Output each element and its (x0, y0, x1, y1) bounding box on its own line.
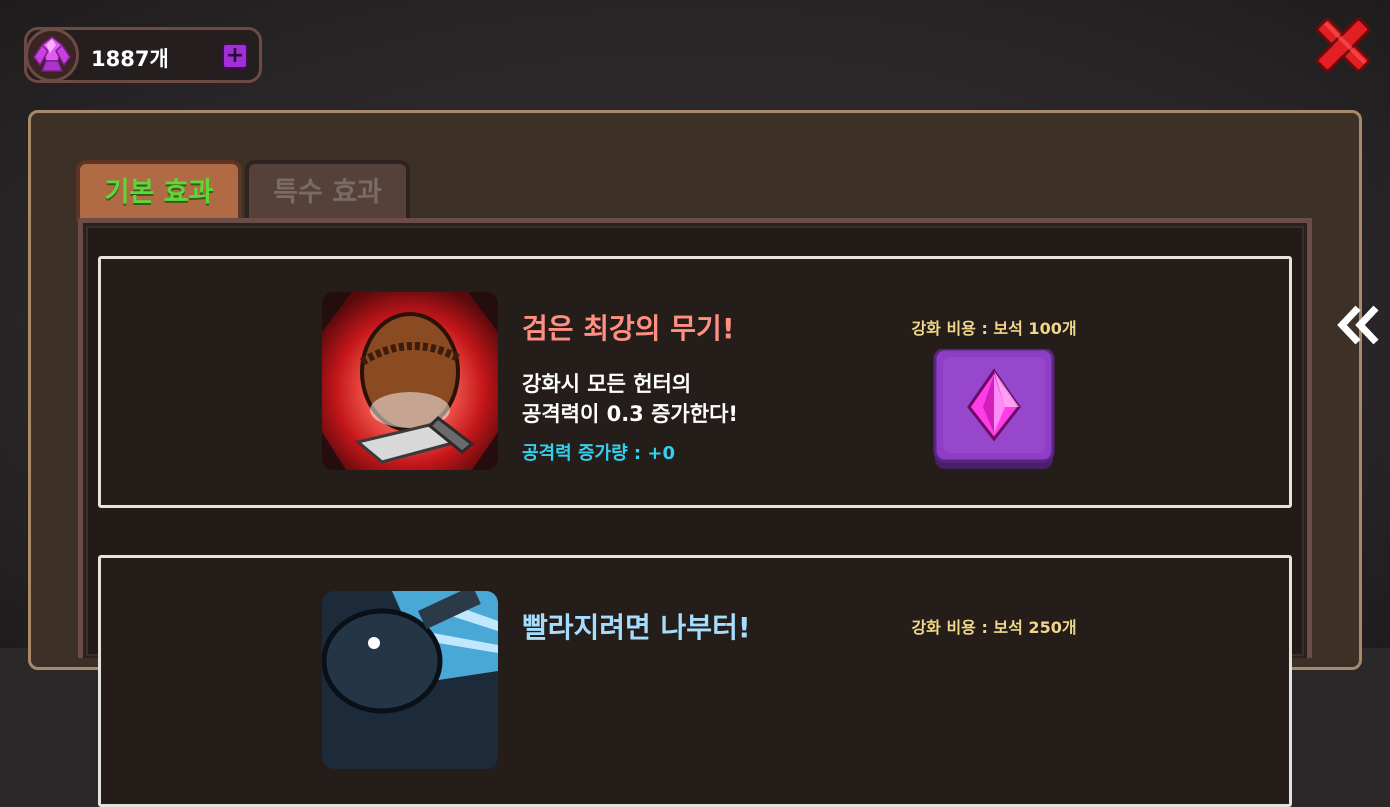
effect-card: 빨라지려면 나부터! 강화 비용 : 보석 250개 (98, 555, 1292, 807)
effect-card: 검은 최강의 무기! 강화시 모든 헌터의 공격력이 0.3 증가한다! 공격력… (98, 256, 1292, 508)
gem-count: 1887개 (91, 47, 169, 71)
effect-description: 강화시 모든 헌터의 공격력이 0.3 증가한다! (522, 369, 738, 429)
gem-counter: 1887개 + (24, 27, 262, 83)
effect-title: 검은 최강의 무기! (522, 312, 735, 345)
upgrade-cost: 강화 비용 : 보석 250개 (911, 618, 1077, 637)
dashing-hunter-icon (322, 591, 498, 769)
upgrade-cost: 강화 비용 : 보석 100개 (911, 319, 1077, 338)
hunter-with-sword-icon (322, 292, 498, 470)
tab-special-effects[interactable]: 특수 효과 (245, 160, 410, 222)
effect-stat: 공격력 증가량 : +0 (522, 443, 675, 464)
gem-badge (25, 28, 79, 82)
double-chevron-left-icon[interactable] (1336, 302, 1382, 348)
tab-basic-effects[interactable]: 기본 효과 (76, 160, 242, 222)
effect-title: 빨라지려면 나부터! (522, 611, 751, 644)
description-line: 강화시 모든 헌터의 (522, 372, 692, 396)
add-gems-button[interactable]: + (222, 43, 248, 69)
purple-gem-upgrade-button-icon[interactable] (933, 349, 1055, 471)
close-icon[interactable] (1310, 14, 1376, 76)
description-line: 공격력이 0.3 증가한다! (522, 402, 738, 426)
pink-crystal-gem-icon (33, 36, 71, 72)
